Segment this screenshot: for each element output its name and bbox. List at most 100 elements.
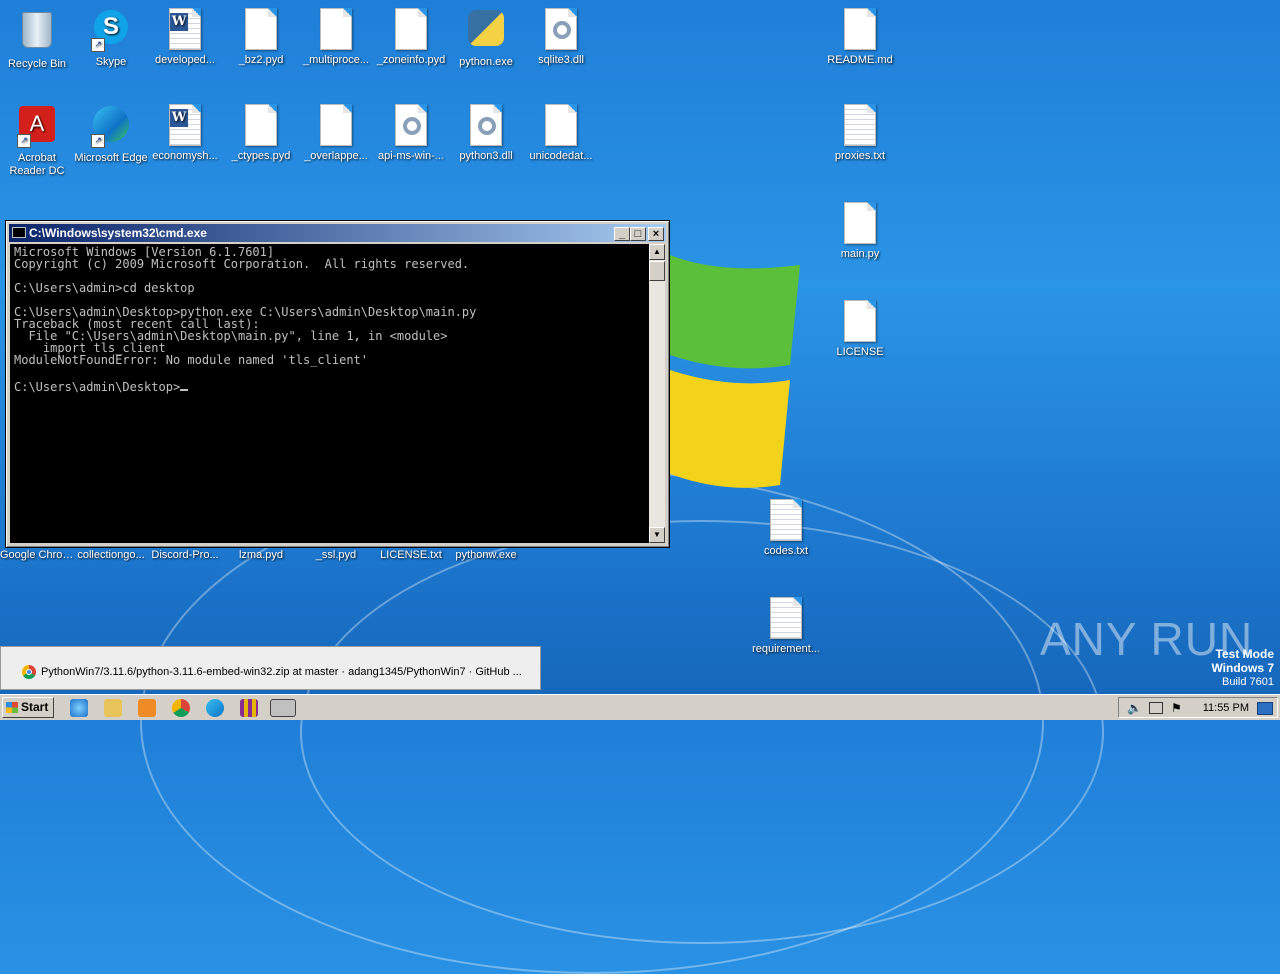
desktop-icon[interactable]: README.md <box>823 8 897 67</box>
test-mode-line2: Windows 7 <box>1211 661 1274 675</box>
desktop-icon[interactable]: python3.dll <box>449 104 523 163</box>
acrobat-icon: A ↗ <box>17 106 57 148</box>
desktop-icon[interactable]: pythonw.exe <box>449 549 523 562</box>
desktop-icon[interactable]: Discord-Pro... <box>148 549 222 562</box>
python-icon <box>466 10 506 52</box>
scroll-down-button[interactable]: ▼ <box>649 527 665 543</box>
cmd-icon[interactable] <box>12 227 26 238</box>
desktop-icon[interactable]: Weconomysh... <box>148 104 222 163</box>
desktop-icon-label: Discord-Pro... <box>151 549 219 561</box>
desktop-icon-label: lzma.pyd <box>238 549 284 561</box>
scroll-up-button[interactable]: ▲ <box>649 244 665 260</box>
wallpaper-swoosh <box>300 520 1104 944</box>
text-cursor <box>180 378 189 391</box>
desktop-icon-label: _overlappe... <box>304 150 368 162</box>
desktop-icon[interactable]: _ssl.pyd <box>299 549 373 562</box>
cmd-title-text: C:\Windows\system32\cmd.exe <box>29 226 207 240</box>
vertical-scrollbar[interactable]: ▲ ▼ <box>649 244 665 543</box>
desktop-icon-label: _bz2.pyd <box>238 54 284 66</box>
desktop-icon[interactable]: ↗ Microsoft Edge <box>74 104 148 165</box>
desktop-icon[interactable]: _bz2.pyd <box>224 8 298 67</box>
desktop-icon-label: _ssl.pyd <box>315 549 357 561</box>
desktop-icon-label: Skype <box>95 56 127 68</box>
desktop-icon[interactable]: python.exe <box>449 8 523 69</box>
cmd-window[interactable]: C:\Windows\system32\cmd.exe _ □ × Micros… <box>5 220 670 548</box>
file-icon <box>840 202 880 244</box>
edge-taskbar-icon[interactable] <box>206 699 224 717</box>
file-icon <box>241 104 281 146</box>
desktop-icon[interactable]: _ctypes.pyd <box>224 104 298 163</box>
desktop-icon[interactable]: Recycle Bin <box>0 8 74 71</box>
desktop-icon-label: developed... <box>155 54 215 66</box>
skype-icon: S ↗ <box>91 10 131 52</box>
file-icon <box>840 300 880 342</box>
cmd-console[interactable]: Microsoft Windows [Version 6.1.7601] Cop… <box>10 244 649 543</box>
desktop-icon[interactable]: A ↗ Acrobat Reader DC <box>0 104 74 178</box>
word-doc-icon: W <box>165 8 205 50</box>
windows-logo-icon <box>6 702 18 713</box>
desktop-icon[interactable]: collectiongo... <box>74 549 148 562</box>
desktop-icon[interactable]: LICENSE <box>823 300 897 359</box>
chrome-taskbar-icon[interactable] <box>172 699 190 717</box>
test-mode-text: Test Mode Windows 7 Build 7601 <box>1211 647 1274 689</box>
desktop-icon-label: requirement... <box>752 643 820 655</box>
desktop-icon[interactable]: requirement... <box>749 597 823 656</box>
maximize-button[interactable]: □ <box>630 227 646 241</box>
desktop-icon[interactable]: api-ms-win-... <box>374 104 448 163</box>
desktop-icon[interactable]: unicodedat... <box>524 104 598 163</box>
desktop-icon[interactable]: Wdeveloped... <box>148 8 222 67</box>
desktop-icon-label: economysh... <box>152 150 218 162</box>
test-mode-line3: Build 7601 <box>1222 676 1274 688</box>
desktop-icon-label: codes.txt <box>763 545 809 557</box>
explorer-icon[interactable] <box>104 699 122 717</box>
dll-gear-icon <box>466 104 506 146</box>
desktop-icon[interactable]: _overlappe... <box>299 104 373 163</box>
desktop-icon[interactable]: sqlite3.dll <box>524 8 598 67</box>
system-tray: 🔈 ⚑ 11:55 PM <box>1118 697 1278 718</box>
chrome-icon <box>22 665 36 679</box>
file-icon <box>316 104 356 146</box>
start-label: Start <box>21 700 49 714</box>
taskbar: Start 🔈 ⚑ 11:55 PM <box>0 694 1280 720</box>
desktop-icon[interactable]: codes.txt <box>749 499 823 558</box>
desktop-icon-label: README.md <box>827 54 893 66</box>
dll-gear-icon <box>391 104 431 146</box>
desktop-icon[interactable]: LICENSE.txt <box>374 549 448 562</box>
desktop-icon-label: Acrobat Reader DC <box>9 152 65 177</box>
desktop-icon-label: api-ms-win-... <box>377 150 444 162</box>
show-desktop-icon[interactable] <box>1257 702 1273 715</box>
dll-gear-icon <box>541 8 581 50</box>
file-icon <box>241 8 281 50</box>
taskbar-preview[interactable]: PythonWin7/3.11.6/python-3.11.6-embed-wi… <box>0 646 541 690</box>
media-player-icon[interactable] <box>138 699 156 717</box>
desktop-icon[interactable]: lzma.pyd <box>224 549 298 562</box>
winrar-taskbar-icon[interactable] <box>240 699 258 717</box>
text-file-icon <box>766 597 806 639</box>
flag-icon[interactable]: ⚑ <box>1171 701 1182 715</box>
desktop-icon-label: _multiproce... <box>302 54 370 66</box>
edge-icon: ↗ <box>91 106 131 148</box>
text-file-icon <box>840 104 880 146</box>
cmd-titlebar[interactable]: C:\Windows\system32\cmd.exe _ □ × <box>9 224 666 242</box>
close-button[interactable]: × <box>648 227 664 241</box>
recycle-bin-icon <box>17 12 57 54</box>
minimize-button[interactable]: _ <box>614 227 630 241</box>
file-icon <box>316 8 356 50</box>
file-icon <box>541 104 581 146</box>
network-icon[interactable] <box>1149 702 1163 714</box>
desktop-icon-label: Google Chrome <box>0 549 74 561</box>
desktop-icon[interactable]: proxies.txt <box>823 104 897 163</box>
ie-icon[interactable] <box>70 699 88 717</box>
desktop-icon-label: Microsoft Edge <box>74 152 148 164</box>
clock[interactable]: 11:55 PM <box>1203 702 1249 714</box>
start-button[interactable]: Start <box>2 697 54 718</box>
desktop-icon[interactable]: Google Chrome <box>0 549 74 562</box>
scroll-thumb[interactable] <box>649 261 665 281</box>
volume-icon[interactable]: 🔈 <box>1127 701 1142 715</box>
desktop-icon-label: proxies.txt <box>834 150 886 162</box>
desktop-icon[interactable]: _zoneinfo.pyd <box>374 8 448 67</box>
desktop-icon[interactable]: _multiproce... <box>299 8 373 67</box>
cmd-taskbar-icon[interactable] <box>270 699 296 717</box>
desktop-icon[interactable]: main.py <box>823 202 897 261</box>
desktop-icon[interactable]: S ↗ Skype <box>74 8 148 69</box>
